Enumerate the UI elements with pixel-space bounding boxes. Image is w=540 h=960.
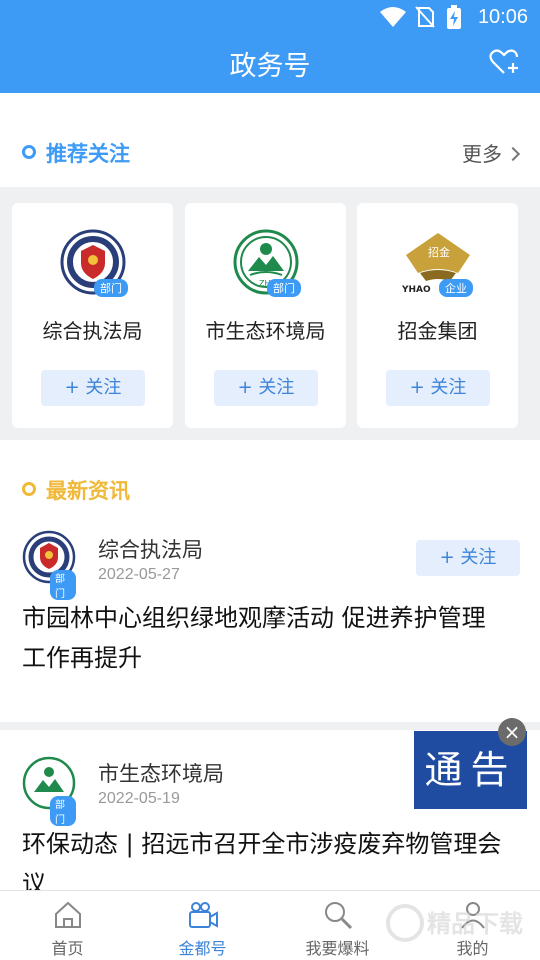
- app-header: 10:06 政务号: [0, 0, 540, 93]
- status-time: 10:06: [477, 6, 528, 28]
- gold-logo-text: 招金: [428, 245, 450, 259]
- video-camera-icon: [188, 902, 218, 928]
- avatar: 部门: [22, 530, 76, 600]
- recommended-cards: 部门 综合执法局 + 关注 ZH 部门 市生态环境局 + 关注 招金 YHAO …: [0, 187, 540, 440]
- card-name: 招金集团: [397, 319, 478, 343]
- nav-item-home[interactable]: 首页: [0, 891, 135, 960]
- divider: [0, 722, 540, 730]
- news-headline[interactable]: 市园林中心组织绿地观摩活动 促进养护管理工作再提升: [22, 598, 502, 678]
- recommend-card[interactable]: ZH 部门 市生态环境局 + 关注: [185, 203, 346, 428]
- card-name: 综合执法局: [42, 319, 143, 343]
- status-bar: 10:06: [0, 0, 540, 36]
- follow-button[interactable]: + 关注: [41, 370, 145, 406]
- section-dot-icon: [22, 482, 36, 496]
- section-dot-icon: [22, 145, 36, 159]
- news-item[interactable]: 部门 综合执法局 2022-05-27 + 关注 市园林中心组织绿地观摩活动 促…: [0, 520, 540, 720]
- news-source: 综合执法局: [98, 538, 203, 562]
- wifi-icon: [380, 7, 406, 27]
- news-source: 市生态环境局: [98, 762, 224, 786]
- home-icon: [54, 901, 81, 928]
- search-report-icon: [324, 902, 352, 930]
- chevron-right-icon: [505, 146, 521, 162]
- nav-label: 首页: [51, 939, 84, 958]
- card-badge: 企业: [439, 279, 473, 297]
- nav-label: 金都号: [178, 939, 227, 958]
- heart-plus-icon[interactable]: [489, 48, 519, 76]
- latest-title: 最新资讯: [46, 479, 130, 503]
- avatar-badge: 部门: [50, 796, 76, 826]
- card-badge: 部门: [94, 279, 128, 297]
- avatar-badge: 部门: [50, 570, 76, 600]
- card-name: 市生态环境局: [205, 319, 326, 343]
- news-date: 2022-05-19: [98, 790, 180, 807]
- no-sim-icon: [415, 6, 435, 28]
- page-title: 政务号: [229, 51, 311, 82]
- watermark-text: 精品下载: [427, 910, 523, 938]
- follow-button[interactable]: + 关注: [416, 540, 520, 576]
- more-link[interactable]: 更多: [462, 138, 521, 167]
- news-date: 2022-05-27: [98, 566, 180, 583]
- follow-button[interactable]: + 关注: [214, 370, 318, 406]
- battery-charging-icon: [447, 5, 461, 29]
- recommended-header: 推荐关注 更多: [0, 122, 540, 182]
- more-label: 更多: [462, 142, 502, 166]
- close-icon[interactable]: ×: [498, 718, 526, 746]
- recommend-card[interactable]: 部门 综合执法局 + 关注: [12, 203, 173, 428]
- recommended-title: 推荐关注: [46, 142, 130, 166]
- avatar: 部门: [22, 756, 76, 826]
- follow-button[interactable]: + 关注: [386, 370, 490, 406]
- watermark-logo-icon: 精品下载: [386, 904, 523, 942]
- nav-item-jindu[interactable]: 金都号: [135, 891, 270, 960]
- recommend-card[interactable]: 招金 YHAO 企业 招金集团 + 关注: [357, 203, 518, 428]
- card-badge: 部门: [267, 279, 301, 297]
- gold-logo-subtext: YHAO: [401, 285, 431, 295]
- latest-header: 最新资讯: [0, 459, 540, 519]
